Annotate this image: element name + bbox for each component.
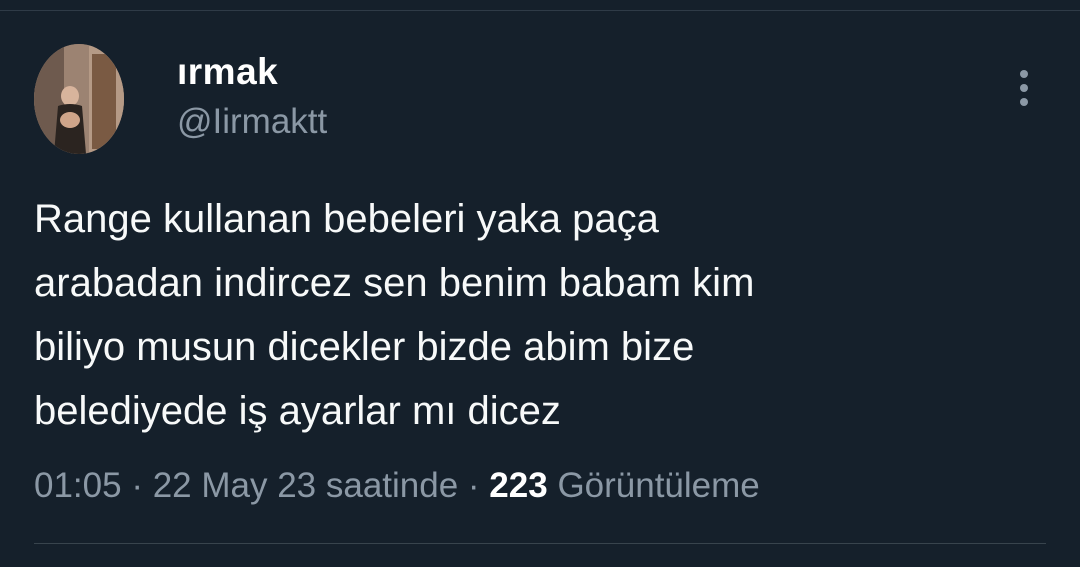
top-divider — [0, 10, 1080, 11]
user-info: ırmak @Iirmaktt — [177, 50, 327, 144]
tweet-text: Range kullanan bebeleri yaka paça arabad… — [34, 197, 755, 433]
more-options-button[interactable] — [1008, 66, 1040, 110]
meta-separator: · — [458, 466, 490, 505]
more-vertical-icon-dot — [1020, 84, 1028, 92]
meta-separator: · — [121, 466, 153, 505]
views-label: Görüntüleme — [557, 466, 760, 505]
tweet-time[interactable]: 01:05 — [34, 466, 122, 505]
user-handle[interactable]: @Iirmaktt — [177, 100, 327, 144]
avatar-photo — [34, 44, 124, 154]
bottom-divider — [34, 543, 1046, 544]
more-vertical-icon — [1020, 70, 1028, 78]
tweet-date[interactable]: 22 May 23 saatinde — [153, 466, 458, 505]
more-vertical-icon-dot — [1020, 98, 1028, 106]
display-name[interactable]: ırmak — [177, 50, 327, 94]
tweet-meta: 01:05 · 22 May 23 saatinde · 223 Görüntü… — [34, 462, 760, 510]
avatar[interactable] — [34, 44, 124, 154]
views-count[interactable]: 223 — [489, 466, 547, 505]
